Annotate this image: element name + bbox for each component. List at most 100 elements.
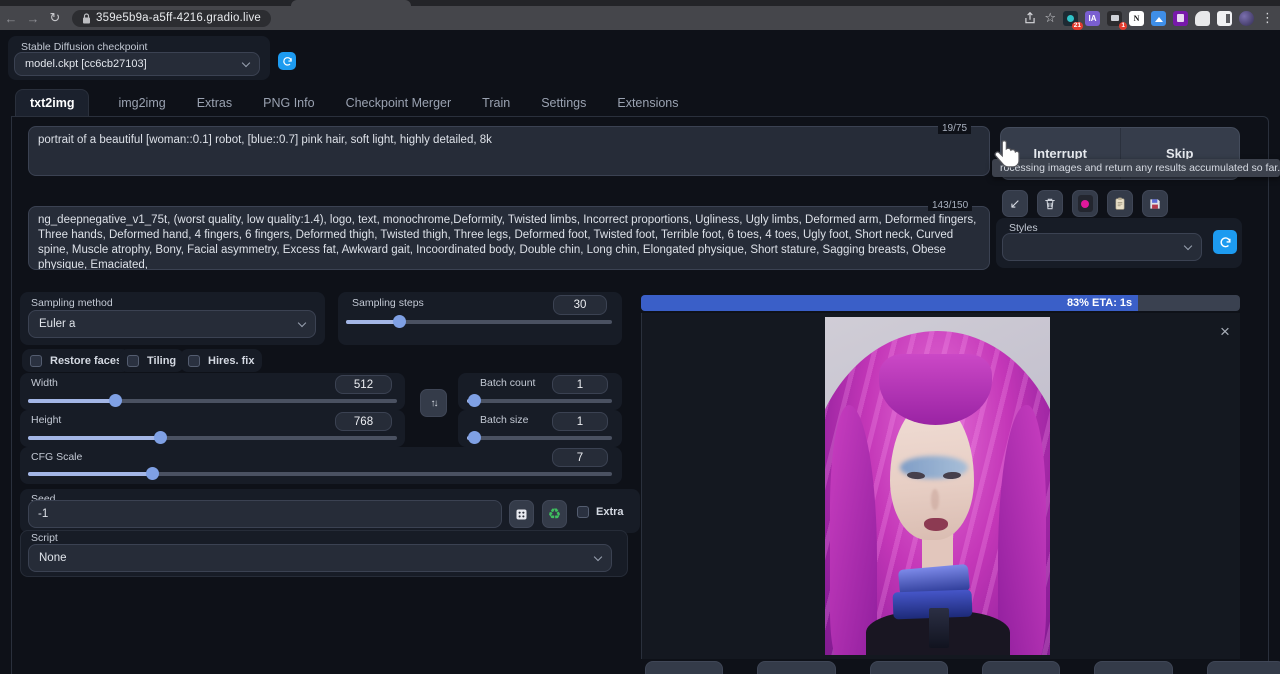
ext-image-icon[interactable] bbox=[1151, 11, 1166, 26]
seed-input[interactable]: -1 bbox=[28, 500, 502, 528]
forward-icon[interactable]: → bbox=[22, 11, 44, 26]
slider-handle[interactable] bbox=[468, 431, 481, 444]
cursor-hand-icon bbox=[993, 138, 1023, 176]
random-seed-button[interactable] bbox=[509, 500, 534, 528]
seed-extra-checkbox[interactable]: Extra bbox=[577, 506, 624, 518]
save-style-button[interactable] bbox=[1142, 190, 1168, 217]
tiling-checkbox[interactable]: Tiling bbox=[119, 349, 184, 372]
interrupt-tooltip: rocessing images and return any results … bbox=[992, 159, 1280, 177]
batch-size-value[interactable]: 1 bbox=[552, 412, 608, 431]
cfg-value[interactable]: 7 bbox=[552, 448, 608, 467]
reload-icon[interactable]: ↻ bbox=[44, 10, 66, 26]
width-label: Width bbox=[31, 377, 58, 389]
tab-png-info[interactable]: PNG Info bbox=[261, 90, 316, 116]
prompt-textarea[interactable]: portrait of a beautiful [woman::0.1] rob… bbox=[28, 126, 990, 176]
output-action-button[interactable] bbox=[757, 661, 835, 674]
tab-txt2img[interactable]: txt2img bbox=[15, 89, 89, 116]
batch-size-slider[interactable] bbox=[467, 432, 612, 444]
card-icon bbox=[1078, 195, 1093, 212]
height-slider[interactable] bbox=[28, 432, 397, 444]
slider-handle[interactable] bbox=[468, 394, 481, 407]
output-action-button[interactable] bbox=[870, 661, 948, 674]
floppy-save-icon bbox=[1148, 197, 1162, 211]
output-action-button[interactable] bbox=[1094, 661, 1172, 674]
styles-dropdown[interactable] bbox=[1002, 233, 1202, 261]
checkpoint-dropdown[interactable]: model.ckpt [cc6cb27103] bbox=[14, 52, 260, 76]
apply-style-button[interactable] bbox=[1107, 190, 1133, 217]
extensions-puzzle-icon[interactable] bbox=[1195, 11, 1210, 26]
tab-train[interactable]: Train bbox=[480, 90, 512, 116]
slider-handle[interactable] bbox=[146, 467, 159, 480]
script-label: Script bbox=[31, 532, 58, 544]
clear-prompt-button[interactable] bbox=[1037, 190, 1063, 217]
batch-count-slider[interactable] bbox=[467, 395, 612, 407]
ext-camera-badge: 1 bbox=[1119, 22, 1127, 30]
trash-icon bbox=[1043, 197, 1057, 211]
styles-refresh-button[interactable] bbox=[1213, 230, 1237, 254]
tab-extensions[interactable]: Extensions bbox=[615, 90, 680, 116]
restore-faces-label: Restore faces bbox=[50, 355, 122, 367]
restore-faces-checkbox[interactable]: Restore faces bbox=[22, 349, 130, 372]
output-action-button[interactable] bbox=[982, 661, 1060, 674]
url-text: 359e5b9a-a5ff-4216.gradio.live bbox=[96, 12, 261, 24]
script-value: None bbox=[39, 552, 67, 564]
paste-arrow-icon: ↙ bbox=[1010, 196, 1021, 212]
seed-extra-label: Extra bbox=[596, 506, 624, 518]
back-icon[interactable]: ← bbox=[0, 11, 22, 26]
chevron-down-icon bbox=[298, 318, 306, 326]
screenshot-root: ← → ↻ 359e5b9a-a5ff-4216.gradio.live ☆ 2… bbox=[0, 0, 1280, 674]
output-action-button[interactable] bbox=[645, 661, 723, 674]
robot-neck-piece bbox=[929, 608, 949, 649]
ext-onenote-icon[interactable] bbox=[1173, 11, 1188, 26]
slider-handle[interactable] bbox=[393, 315, 406, 328]
generated-image-preview[interactable] bbox=[825, 317, 1050, 655]
checkpoint-refresh-button[interactable] bbox=[278, 52, 296, 70]
sampling-method-label: Sampling method bbox=[31, 297, 113, 309]
lock-icon bbox=[82, 13, 91, 24]
ext-pin-icon[interactable]: 21 bbox=[1063, 11, 1078, 26]
swap-arrows-icon: ↑↓ bbox=[431, 398, 437, 409]
height-label: Height bbox=[31, 414, 61, 426]
batch-count-label: Batch count bbox=[480, 377, 535, 389]
sampling-steps-label: Sampling steps bbox=[352, 297, 424, 309]
tab-settings[interactable]: Settings bbox=[539, 90, 588, 116]
tiling-label: Tiling bbox=[147, 355, 176, 367]
sampling-method-value: Euler a bbox=[39, 318, 75, 330]
extra-networks-button[interactable] bbox=[1072, 190, 1098, 217]
progress-label: 83% ETA: 1s bbox=[1067, 297, 1132, 309]
tab-extras[interactable]: Extras bbox=[195, 90, 234, 116]
sampling-steps-value[interactable]: 30 bbox=[553, 295, 607, 315]
share-icon[interactable] bbox=[1023, 11, 1037, 25]
width-slider[interactable] bbox=[28, 395, 397, 407]
height-value[interactable]: 768 bbox=[335, 412, 392, 431]
hires-fix-checkbox[interactable]: Hires. fix bbox=[180, 349, 262, 372]
bookmark-star-icon[interactable]: ☆ bbox=[1044, 10, 1056, 26]
sampling-steps-slider[interactable] bbox=[346, 316, 612, 328]
ext-pin-badge: 21 bbox=[1072, 22, 1083, 30]
recycle-icon: ♻ bbox=[548, 505, 561, 523]
tab-img2img[interactable]: img2img bbox=[116, 90, 167, 116]
profile-avatar[interactable] bbox=[1239, 11, 1254, 26]
ext-camera-icon[interactable]: 1 bbox=[1107, 11, 1122, 26]
slider-handle[interactable] bbox=[109, 394, 122, 407]
tab-checkpoint-merger[interactable]: Checkpoint Merger bbox=[344, 90, 454, 116]
script-dropdown[interactable]: None bbox=[28, 544, 612, 572]
output-action-button[interactable] bbox=[1207, 661, 1280, 674]
width-value[interactable]: 512 bbox=[335, 375, 392, 394]
progress-fill: 83% ETA: 1s bbox=[641, 295, 1138, 311]
slider-handle[interactable] bbox=[154, 431, 167, 444]
ext-notion-icon[interactable]: N bbox=[1129, 11, 1144, 26]
side-panel-icon[interactable] bbox=[1217, 11, 1232, 26]
browser-menu-icon[interactable]: ⋮ bbox=[1261, 10, 1274, 26]
swap-dimensions-button[interactable]: ↑↓ bbox=[420, 389, 447, 417]
paste-params-button[interactable]: ↙ bbox=[1002, 190, 1028, 217]
address-bar[interactable]: 359e5b9a-a5ff-4216.gradio.live bbox=[72, 10, 271, 27]
cfg-slider[interactable] bbox=[28, 468, 612, 480]
ext-ia-icon[interactable]: IA bbox=[1085, 11, 1100, 26]
batch-count-value[interactable]: 1 bbox=[552, 375, 608, 394]
close-image-icon[interactable]: × bbox=[1220, 322, 1230, 342]
negative-prompt-textarea[interactable]: ng_deepnegative_v1_75t, (worst quality, … bbox=[28, 206, 990, 270]
reuse-seed-button[interactable]: ♻ bbox=[542, 500, 567, 528]
sampling-method-dropdown[interactable]: Euler a bbox=[28, 310, 316, 338]
progress-bar: 83% ETA: 1s bbox=[641, 295, 1240, 311]
